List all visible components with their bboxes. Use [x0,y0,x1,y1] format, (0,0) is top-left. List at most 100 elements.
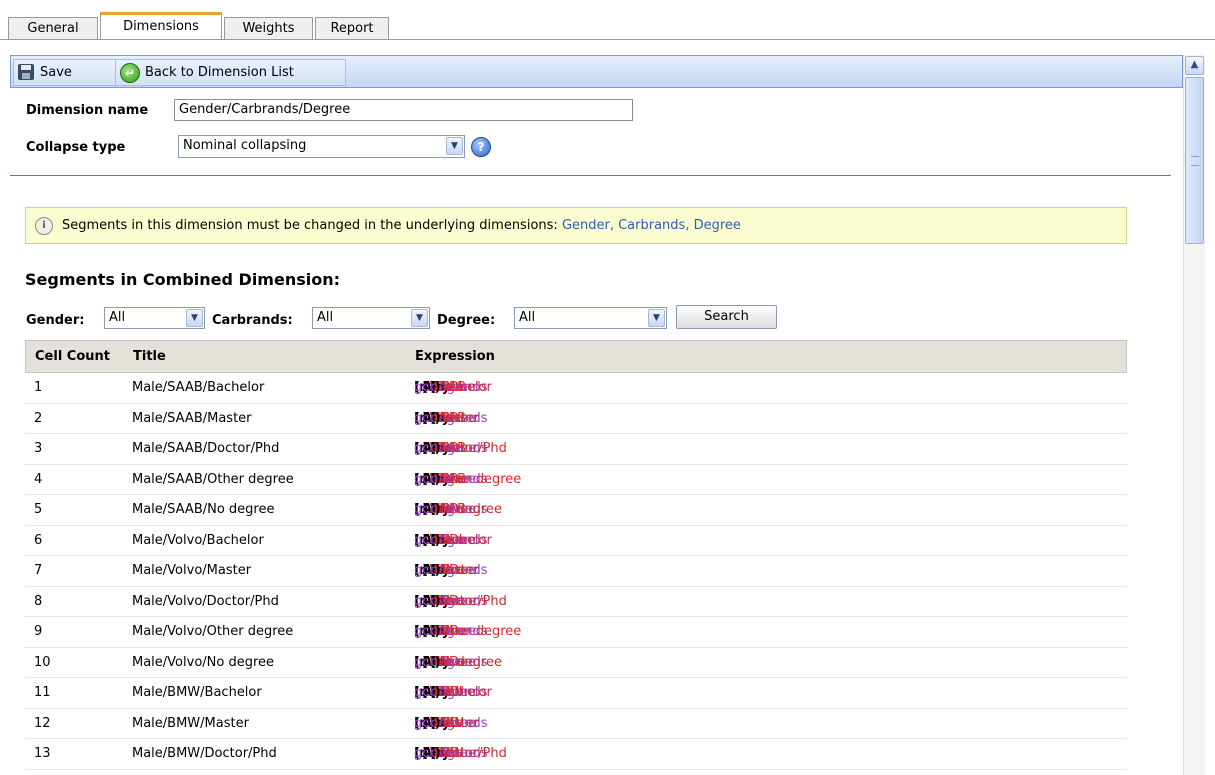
table-row[interactable]: 6 Male/Volvo/Bachelor In(gender, Male) A… [25,526,1127,556]
collapse-type-select[interactable]: Nominal collapsing ▼ [178,135,465,158]
link-gender[interactable]: Gender [562,218,610,233]
cell-expression: In(gender, Male) AND Any(carbrands, SAAB… [414,380,492,395]
table-row[interactable]: 4 Male/SAAB/Other degree In(gender, Male… [25,465,1127,495]
cell-title: Male/Volvo/Other degree [132,624,294,639]
cell-count: 10 [34,654,51,670]
cell-title: Male/Volvo/No degree [132,654,275,670]
toolbar-button-group: Save ↵ Back to Dimension List [13,59,346,86]
degree-filter-select[interactable]: All ▼ [514,307,667,329]
header-title[interactable]: Title [133,341,166,372]
gender-filter-select[interactable]: All ▼ [104,307,205,329]
degree-filter-value: All [519,310,536,325]
table-row[interactable]: 2 Male/SAAB/Master In(gender, Male) AND … [25,404,1127,434]
cell-count: 6 [34,532,43,548]
table-header: Cell Count Title Expression [25,340,1127,373]
tab-report[interactable]: Report [315,17,389,39]
info-icon: i [35,217,53,235]
cell-count: 2 [34,410,43,426]
cell-title: Male/SAAB/No degree [132,502,275,517]
cell-title: Male/SAAB/Bachelor [132,380,265,395]
cell-expression: In(gender, Male) AND Any(carbrands, SAAB… [414,502,503,517]
cell-expression: In(gender, Male) AND Any(carbrands, SAAB… [414,441,507,456]
link-degree[interactable]: Degree [694,218,741,233]
search-button[interactable]: Search [676,305,777,329]
collapse-type-label: Collapse type [26,140,126,155]
cell-expression: In(gender, Male) AND Any(carbrands, Volv… [414,563,488,578]
chevron-down-icon: ▼ [648,309,665,327]
segments-heading: Segments in Combined Dimension: [25,270,341,289]
table-row[interactable]: 11 Male/BMW/Bachelor In(gender, Male) AN… [25,678,1127,709]
back-arrow-icon: ↵ [120,63,140,83]
header-cell-count[interactable]: Cell Count [35,341,110,372]
cell-count: 4 [34,471,43,487]
cell-count: 11 [34,685,51,700]
cell-expression: In(gender, Male) AND Any(carbrands, Volv… [414,593,507,609]
table-row[interactable]: 8 Male/Volvo/Doctor/Phd In(gender, Male)… [25,587,1127,617]
chevron-down-icon: ▼ [411,309,428,327]
tab-bar-divider [0,39,1215,40]
cell-title: Male/Volvo/Master [132,563,252,578]
floppy-disk-icon [18,64,34,80]
table-row[interactable]: 9 Male/Volvo/Other degree In(gender, Mal… [25,617,1127,648]
header-expression[interactable]: Expression [415,341,495,372]
table-row[interactable]: 10 Male/Volvo/No degree In(gender, Male)… [25,648,1127,678]
cell-title: Male/BMW/Doctor/Phd [132,746,277,761]
cell-title: Male/SAAB/Doctor/Phd [132,441,280,456]
gender-filter-value: All [109,310,126,325]
cell-expression: In(gender, Male) AND Any(carbrands, Volv… [414,532,492,548]
back-to-dimension-list-button[interactable]: ↵ Back to Dimension List [116,60,345,85]
cell-count: 1 [34,380,43,395]
cell-count: 9 [34,624,43,639]
table-row[interactable]: 12 Male/BMW/Master In(gender, Male) AND … [25,709,1127,739]
tab-general[interactable]: General [8,17,98,39]
collapse-type-value: Nominal collapsing [183,138,307,153]
table-row[interactable]: 1 Male/SAAB/Bachelor In(gender, Male) AN… [25,373,1127,404]
cell-title: Male/SAAB/Other degree [132,471,294,487]
cell-count: 8 [34,593,43,609]
cell-expression: In(gender, Male) AND Any(carbrands, Volv… [414,654,503,670]
cell-count: 12 [34,715,51,731]
degree-filter-label: Degree: [437,313,496,328]
cell-expression: In(gender, Male) AND Any(carbrands, Volv… [414,624,522,639]
save-label: Save [40,65,72,80]
table-row[interactable]: 13 Male/BMW/Doctor/Phd In(gender, Male) … [25,739,1127,770]
chevron-down-icon: ▼ [186,309,203,327]
info-message: i Segments in this dimension must be cha… [25,207,1127,244]
cell-count: 7 [34,563,43,578]
link-carbrands[interactable]: Carbrands [618,218,685,233]
cell-title: Male/Volvo/Bachelor [132,532,264,548]
carbrands-filter-label: Carbrands: [212,313,293,328]
cell-title: Male/BMW/Master [132,715,249,731]
dimension-name-input[interactable]: Gender/Carbrands/Degree [174,99,633,121]
table-row[interactable]: 7 Male/Volvo/Master In(gender, Male) AND… [25,556,1127,587]
table-row[interactable]: 3 Male/SAAB/Doctor/Phd In(gender, Male) … [25,434,1127,465]
cell-title: Male/Volvo/Doctor/Phd [132,593,279,609]
tab-bar: General Dimensions Weights Report [0,0,1215,40]
save-button[interactable]: Save [14,60,114,85]
section-divider [10,175,1171,176]
cell-expression: In(gender, Male) AND Any(carbrands, BMW)… [414,715,488,731]
cell-count: 13 [34,746,51,761]
cell-expression: In(gender, Male) AND Any(carbrands, SAAB… [414,471,522,487]
info-text: Segments in this dimension must be chang… [62,218,558,233]
tab-weights[interactable]: Weights [224,17,313,39]
cell-expression: In(gender, Male) AND Any(carbrands, BMW)… [414,685,492,700]
gender-filter-label: Gender: [26,313,85,328]
segments-table: Cell Count Title Expression 1 Male/SAAB/… [25,340,1127,770]
carbrands-filter-select[interactable]: All ▼ [312,307,430,329]
cell-count: 5 [34,502,43,517]
toolbar: Save ↵ Back to Dimension List [10,55,1183,88]
help-icon[interactable]: ? [471,137,491,157]
cell-count: 3 [34,441,43,456]
scrollbar-thumb[interactable] [1185,77,1204,244]
grip-icon [1191,156,1199,166]
chevron-down-icon: ▼ [446,137,463,155]
tab-dimensions[interactable]: Dimensions [100,12,222,40]
back-label: Back to Dimension List [145,65,294,80]
cell-title: Male/BMW/Bachelor [132,685,262,700]
cell-title: Male/SAAB/Master [132,410,252,426]
scroll-up-icon[interactable]: ▲ [1185,56,1204,75]
cell-expression: In(gender, Male) AND Any(carbrands, SAAB… [414,410,488,426]
table-row[interactable]: 5 Male/SAAB/No degree In(gender, Male) A… [25,495,1127,526]
vertical-scrollbar[interactable]: ▲ [1183,55,1205,775]
